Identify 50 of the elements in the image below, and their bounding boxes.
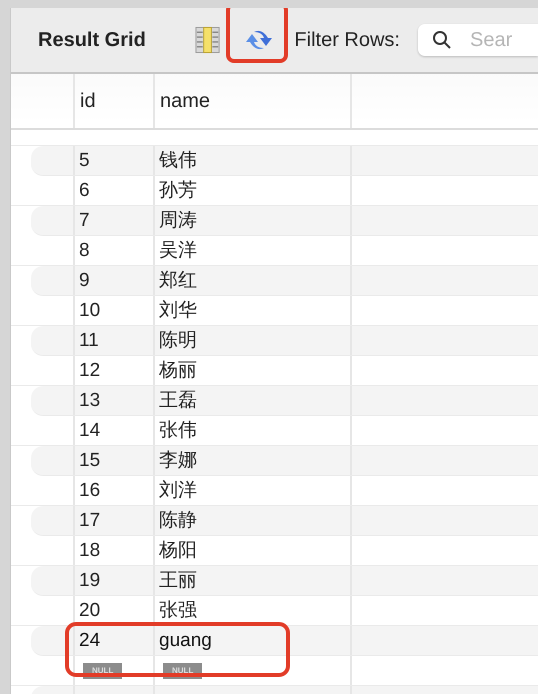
table-cell-text: 13 — [79, 388, 100, 412]
table-cell-text: 陈明 — [159, 328, 197, 352]
result-grid-title: Result Grid — [38, 28, 147, 52]
table-row[interactable]: 17 陈静 — [31, 506, 538, 536]
table-cell-text: 张伟 — [159, 418, 197, 442]
table-cell-text: 刘华 — [159, 298, 197, 322]
table-cell-text: 7 — [79, 208, 90, 232]
table-cell-text: 9 — [79, 268, 90, 292]
table-cell-text: 周涛 — [159, 208, 197, 232]
table-row[interactable]: 15 李娜 — [31, 446, 538, 476]
table-cell-text: 郑红 — [159, 268, 197, 292]
table-cell-text: 5 — [79, 148, 90, 172]
table-cell-text: 17 — [79, 508, 100, 532]
table-row[interactable]: 24 guang — [31, 626, 538, 656]
table-cell-text: 24 — [79, 628, 100, 652]
search-field[interactable]: Sear — [418, 24, 538, 56]
table-cell-text: 15 — [79, 448, 100, 472]
table-cell-text: 8 — [79, 238, 90, 262]
table-cell-text: 10 — [79, 298, 100, 322]
columns-icon[interactable] — [195, 26, 220, 54]
table-cell-text: 12 — [79, 358, 100, 382]
column-header[interactable]: id — [75, 74, 155, 128]
search-icon — [432, 30, 452, 50]
table-row[interactable]: 11 陈明 — [31, 326, 538, 356]
table-row[interactable]: 13 王磊 — [31, 386, 538, 416]
table-cell-text: 李娜 — [159, 448, 197, 472]
table-cell-text: 杨阳 — [159, 538, 197, 562]
table-row[interactable]: 5 钱伟 — [31, 146, 538, 176]
table-cell-text: 孙芳 — [159, 178, 197, 202]
column-header[interactable]: name — [155, 74, 352, 128]
table-row[interactable]: 19 王丽 — [31, 566, 538, 596]
table-cell-text: 20 — [79, 598, 100, 622]
table-cell-text: 钱伟 — [159, 148, 197, 172]
table-cell-text: 杨丽 — [159, 358, 197, 382]
table-cell-text: 19 — [79, 568, 100, 592]
table-cell-text: 18 — [79, 538, 100, 562]
table-cell-text: 16 — [79, 478, 100, 502]
filter-rows-label: Filter Rows: — [294, 28, 400, 52]
table-cell-text: 吴洋 — [159, 238, 197, 262]
table-cell-text: 王磊 — [159, 388, 197, 412]
table-cell-text: 陈静 — [159, 508, 197, 532]
table-cell-text: 14 — [79, 418, 100, 442]
table-cell-text: 王丽 — [159, 568, 197, 592]
table-row[interactable]: 7 周涛 — [31, 206, 538, 236]
table-cell-text: 刘洋 — [159, 478, 197, 502]
table-cell-text: guang — [159, 628, 212, 652]
table-cell-text: 6 — [79, 178, 90, 202]
table-cell-text: 张强 — [159, 598, 197, 622]
table-row[interactable]: 9 郑红 — [31, 266, 538, 296]
table-cell-text: 11 — [79, 328, 99, 352]
